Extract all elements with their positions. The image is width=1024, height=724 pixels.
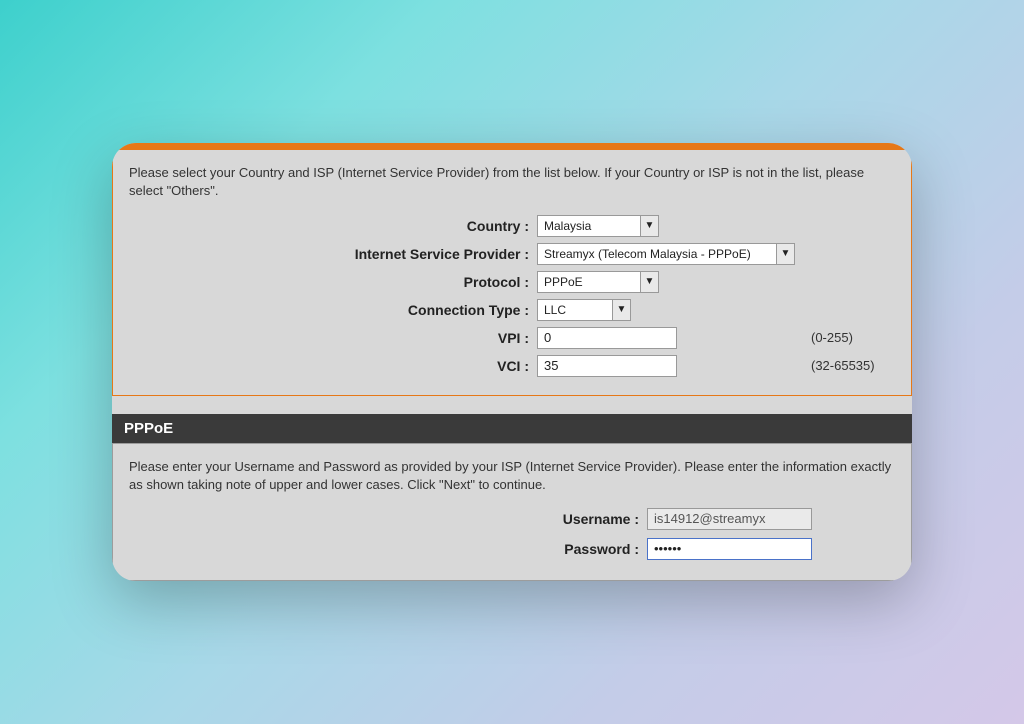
- vpi-label: VPI :: [129, 330, 537, 346]
- username-label: Username :: [212, 511, 647, 527]
- pppoe-intro-text: Please enter your Username and Password …: [129, 458, 895, 494]
- username-input[interactable]: [647, 508, 812, 530]
- conn-type-select[interactable]: LLC ▼: [537, 299, 631, 321]
- panel-gap: [112, 396, 912, 414]
- vci-input[interactable]: [537, 355, 677, 377]
- country-label: Country :: [129, 218, 537, 234]
- vpi-hint: (0-255): [795, 330, 895, 345]
- router-setup-card: Please select your Country and ISP (Inte…: [112, 143, 912, 581]
- country-select[interactable]: Malaysia ▼: [537, 215, 659, 237]
- chevron-down-icon: ▼: [640, 272, 658, 292]
- chevron-down-icon: ▼: [776, 244, 794, 264]
- isp-form: Country : Malaysia ▼ Internet Service Pr…: [129, 215, 895, 377]
- isp-intro-text: Please select your Country and ISP (Inte…: [129, 164, 895, 200]
- pppoe-form: Username : Password :: [212, 508, 812, 560]
- protocol-label: Protocol :: [129, 274, 537, 290]
- vci-hint: (32-65535): [795, 358, 895, 373]
- isp-selection-panel: Please select your Country and ISP (Inte…: [112, 149, 912, 395]
- protocol-select[interactable]: PPPoE ▼: [537, 271, 659, 293]
- chevron-down-icon: ▼: [612, 300, 630, 320]
- vci-label: VCI :: [129, 358, 537, 374]
- password-input[interactable]: [647, 538, 812, 560]
- isp-select[interactable]: Streamyx (Telecom Malaysia - PPPoE) ▼: [537, 243, 795, 265]
- protocol-select-value: PPPoE: [538, 275, 605, 289]
- pppoe-panel: Please enter your Username and Password …: [112, 443, 912, 581]
- conn-type-select-value: LLC: [538, 303, 588, 317]
- chevron-down-icon: ▼: [640, 216, 658, 236]
- conn-type-label: Connection Type :: [129, 302, 537, 318]
- country-select-value: Malaysia: [538, 219, 613, 233]
- isp-label: Internet Service Provider :: [129, 246, 537, 262]
- pppoe-header: PPPoE: [112, 414, 912, 443]
- password-label: Password :: [212, 541, 647, 557]
- isp-select-value: Streamyx (Telecom Malaysia - PPPoE): [538, 247, 773, 261]
- vpi-input[interactable]: [537, 327, 677, 349]
